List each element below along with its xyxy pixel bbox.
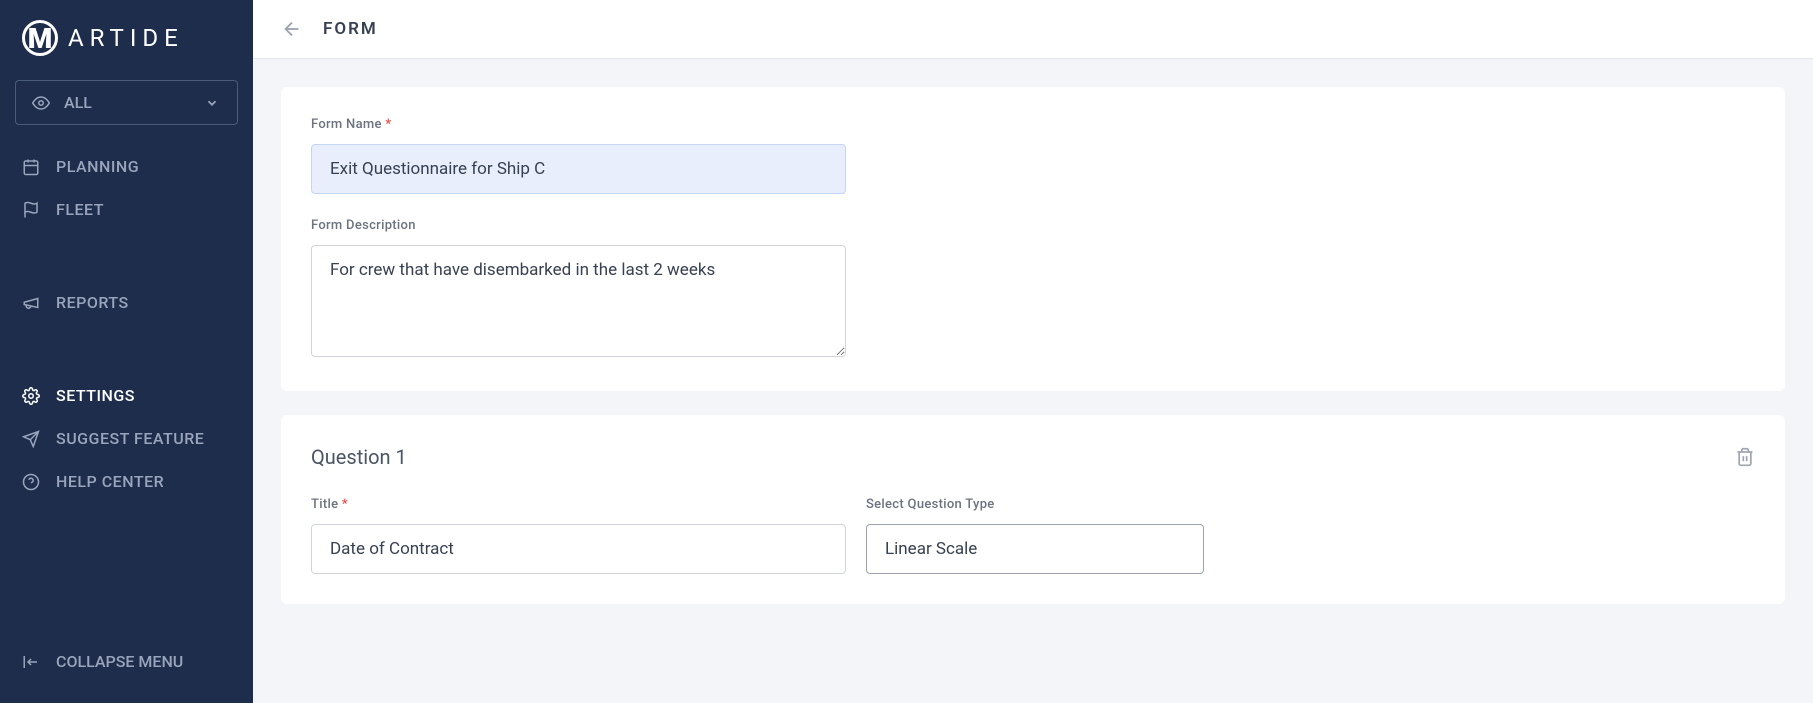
sidebar-item-reports[interactable]: REPORTS xyxy=(0,281,253,324)
collapse-menu-button[interactable]: COLLAPSE MENU xyxy=(0,640,253,683)
logo-text: ARTIDE xyxy=(68,24,184,52)
gear-icon xyxy=(22,387,40,405)
sidebar-item-planning[interactable]: PLANNING xyxy=(0,145,253,188)
form-name-label: Form Name * xyxy=(311,117,1755,132)
sidebar: M ARTIDE ALL xyxy=(0,0,253,703)
question-fields-row: Title * Select Question Type xyxy=(311,497,1755,574)
back-button[interactable] xyxy=(281,18,303,40)
form-description-label: Form Description xyxy=(311,218,1755,233)
sidebar-item-suggest-feature[interactable]: SUGGEST FEATURE xyxy=(0,417,253,460)
logo-icon: M xyxy=(22,20,58,56)
all-selector-dropdown[interactable]: ALL xyxy=(15,80,238,125)
required-mark: * xyxy=(385,117,391,132)
question-type-label: Select Question Type xyxy=(866,497,1204,512)
help-icon xyxy=(22,473,40,491)
eye-icon xyxy=(32,94,50,112)
nav-section-3: SETTINGS SUGGEST FEATURE HELP CENTER xyxy=(0,374,253,503)
content-area: Form Name * Form Description Question 1 xyxy=(253,59,1813,703)
form-description-group: Form Description xyxy=(311,218,1755,361)
required-mark: * xyxy=(342,497,348,512)
main-area: FORM Form Name * Form Description Questi… xyxy=(253,0,1813,703)
megaphone-icon xyxy=(22,294,40,312)
question-type-select[interactable] xyxy=(866,524,1204,574)
collapse-menu-label: COLLAPSE MENU xyxy=(56,652,183,671)
logo[interactable]: M ARTIDE xyxy=(0,20,253,56)
chevron-down-icon xyxy=(203,94,221,112)
delete-question-button[interactable] xyxy=(1735,447,1755,467)
send-icon xyxy=(22,430,40,448)
form-name-input[interactable] xyxy=(311,144,846,194)
question-title-label: Title * xyxy=(311,497,846,512)
sidebar-item-label: SUGGEST FEATURE xyxy=(56,429,204,448)
sidebar-item-label: SETTINGS xyxy=(56,386,135,405)
nav-section-2: REPORTS xyxy=(0,281,253,324)
collapse-icon xyxy=(22,653,40,671)
sidebar-item-label: HELP CENTER xyxy=(56,472,164,491)
question-heading: Question 1 xyxy=(311,445,407,469)
question-card: Question 1 Title * xyxy=(281,415,1785,604)
sidebar-item-label: FLEET xyxy=(56,200,104,219)
question-title-input[interactable] xyxy=(311,524,846,574)
sidebar-item-settings[interactable]: SETTINGS xyxy=(0,374,253,417)
page-title: FORM xyxy=(323,19,378,39)
all-selector-label: ALL xyxy=(64,93,92,112)
question-title-col: Title * xyxy=(311,497,846,574)
question-type-col: Select Question Type xyxy=(866,497,1204,574)
question-header: Question 1 xyxy=(311,445,1755,469)
sidebar-item-fleet[interactable]: FLEET xyxy=(0,188,253,231)
form-description-input[interactable] xyxy=(311,245,846,357)
sidebar-item-label: REPORTS xyxy=(56,293,129,312)
form-name-group: Form Name * xyxy=(311,117,1755,194)
form-info-card: Form Name * Form Description xyxy=(281,87,1785,391)
sidebar-item-help-center[interactable]: HELP CENTER xyxy=(0,460,253,503)
nav-section-1: PLANNING FLEET xyxy=(0,145,253,231)
calendar-icon xyxy=(22,158,40,176)
sidebar-item-label: PLANNING xyxy=(56,157,139,176)
flag-icon xyxy=(22,201,40,219)
page-header: FORM xyxy=(253,0,1813,59)
